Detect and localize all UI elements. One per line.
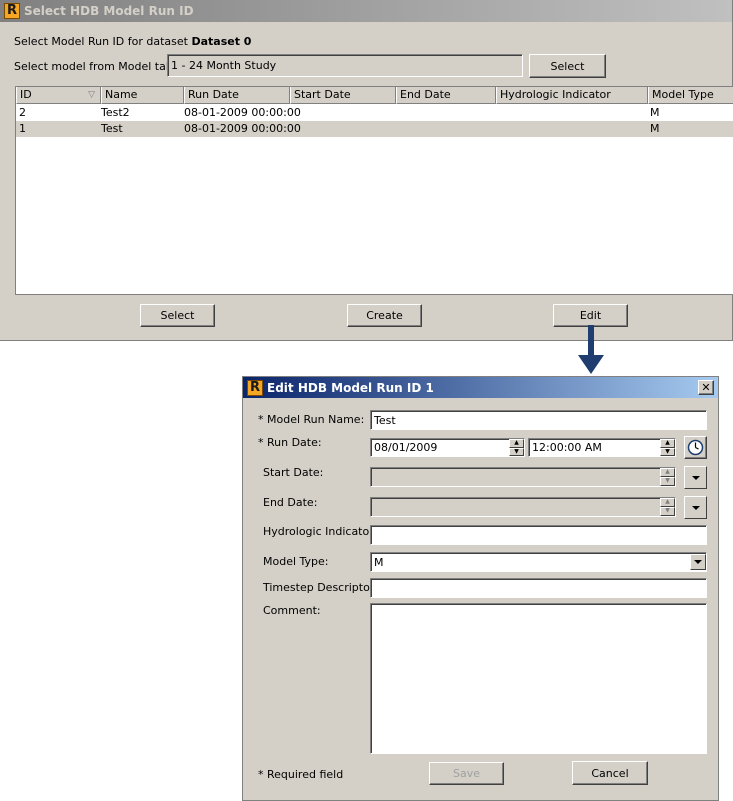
start-date-label: Start Date:: [263, 466, 324, 479]
column-header-run-date[interactable]: Run Date: [184, 87, 290, 104]
app-logo-icon: R: [4, 3, 20, 19]
column-header-start-date[interactable]: Start Date: [290, 87, 396, 104]
model-run-name-label: * Model Run Name:: [258, 413, 365, 426]
dataset-label: Select Model Run ID for dataset Dataset …: [14, 35, 251, 48]
spin-up-icon[interactable]: ▲: [660, 468, 675, 477]
required-mark: *: [258, 436, 264, 449]
run-date-label: * Run Date:: [258, 436, 322, 449]
close-icon[interactable]: ✕: [698, 380, 714, 395]
dialog-title: Edit HDB Model Run ID 1: [267, 380, 434, 395]
spin-down-icon[interactable]: ▼: [660, 477, 675, 486]
end-date-dropdown-button[interactable]: [684, 496, 707, 519]
start-date-spinner[interactable]: ▲ ▼: [660, 468, 675, 486]
hydrologic-indicator-input[interactable]: [370, 525, 707, 545]
model-table-label: Select model from Model table:: [14, 60, 187, 73]
select-button[interactable]: Select: [140, 304, 215, 327]
down-arrow-icon: [578, 325, 604, 374]
column-header-model-type[interactable]: Model Type: [648, 87, 733, 104]
edit-model-run-dialog: R Edit HDB Model Run ID 1 ✕ * Model Run …: [242, 376, 719, 801]
table-row[interactable]: 2 Test2 08-01-2009 00:00:00 M: [16, 105, 733, 121]
chevron-down-icon: [691, 505, 700, 510]
dataset-prefix: Select Model Run ID for dataset: [14, 35, 188, 48]
run-date-input[interactable]: 08/01/2009: [370, 438, 525, 457]
comment-textarea[interactable]: [370, 603, 707, 754]
model-type-select[interactable]: M: [370, 552, 707, 572]
spin-down-icon[interactable]: ▼: [660, 447, 675, 456]
run-date-spinner[interactable]: ▲ ▼: [509, 439, 524, 456]
column-header-name[interactable]: Name: [101, 87, 184, 104]
select-model-run-window: R Select HDB Model Run ID Select Model R…: [0, 0, 733, 341]
model-run-name-input[interactable]: Test: [370, 410, 707, 430]
required-mark: *: [258, 413, 264, 426]
edit-button[interactable]: Edit: [553, 304, 628, 327]
title-bar: R Select HDB Model Run ID: [0, 0, 732, 22]
dataset-name: Dataset 0: [191, 35, 252, 48]
hydrologic-indicator-label: Hydrologic Indicator:: [263, 525, 378, 538]
model-select-button[interactable]: Select: [529, 54, 606, 78]
spin-down-icon[interactable]: ▼: [660, 507, 675, 516]
comment-label: Comment:: [263, 604, 321, 617]
table-row-selected[interactable]: 1 Test 08-01-2009 00:00:00 M: [16, 121, 733, 137]
run-time-spinner[interactable]: ▲ ▼: [660, 439, 675, 456]
end-date-spinner[interactable]: ▲ ▼: [660, 498, 675, 516]
create-button[interactable]: Create: [347, 304, 422, 327]
app-logo-icon: R: [247, 379, 263, 396]
end-date-label: End Date:: [263, 496, 318, 509]
chevron-down-icon: [694, 560, 702, 564]
model-table-value: 1 - 24 Month Study: [171, 59, 277, 72]
dialog-title-bar: R Edit HDB Model Run ID 1 ✕: [243, 377, 718, 398]
sort-descending-icon: ▽: [88, 90, 95, 100]
model-table-field[interactable]: 1 - 24 Month Study: [167, 54, 523, 77]
clock-icon: [687, 439, 704, 456]
cancel-button[interactable]: Cancel: [572, 761, 648, 785]
start-date-dropdown-button[interactable]: [684, 466, 707, 489]
spin-up-icon[interactable]: ▲: [660, 498, 675, 507]
column-header-end-date[interactable]: End Date: [396, 87, 496, 104]
required-mark: *: [258, 768, 264, 781]
column-header-id[interactable]: ID ▽: [16, 87, 101, 104]
spin-up-icon[interactable]: ▲: [660, 439, 675, 448]
clock-button[interactable]: [684, 436, 707, 459]
run-time-input[interactable]: 12:00:00 AM: [528, 438, 676, 457]
model-type-label: Model Type:: [263, 555, 329, 568]
model-type-dropdown-button[interactable]: [690, 554, 706, 570]
required-field-note: * Required field: [258, 768, 344, 781]
model-run-table[interactable]: ID ▽ Name Run Date Start Date End Date H…: [15, 86, 733, 295]
column-header-hydrologic-indicator[interactable]: Hydrologic Indicator: [496, 87, 648, 104]
timestep-descriptor-input[interactable]: [370, 578, 707, 598]
spin-down-icon[interactable]: ▼: [509, 447, 524, 456]
start-date-input[interactable]: [370, 467, 676, 487]
end-date-input[interactable]: [370, 497, 676, 517]
table-header: ID ▽ Name Run Date Start Date End Date H…: [16, 87, 733, 104]
save-button[interactable]: Save: [429, 762, 504, 785]
chevron-down-icon: [691, 475, 700, 480]
timestep-descriptor-label: Timestep Descriptor:: [263, 581, 378, 594]
window-title: Select HDB Model Run ID: [24, 4, 194, 18]
spin-up-icon[interactable]: ▲: [509, 439, 524, 448]
